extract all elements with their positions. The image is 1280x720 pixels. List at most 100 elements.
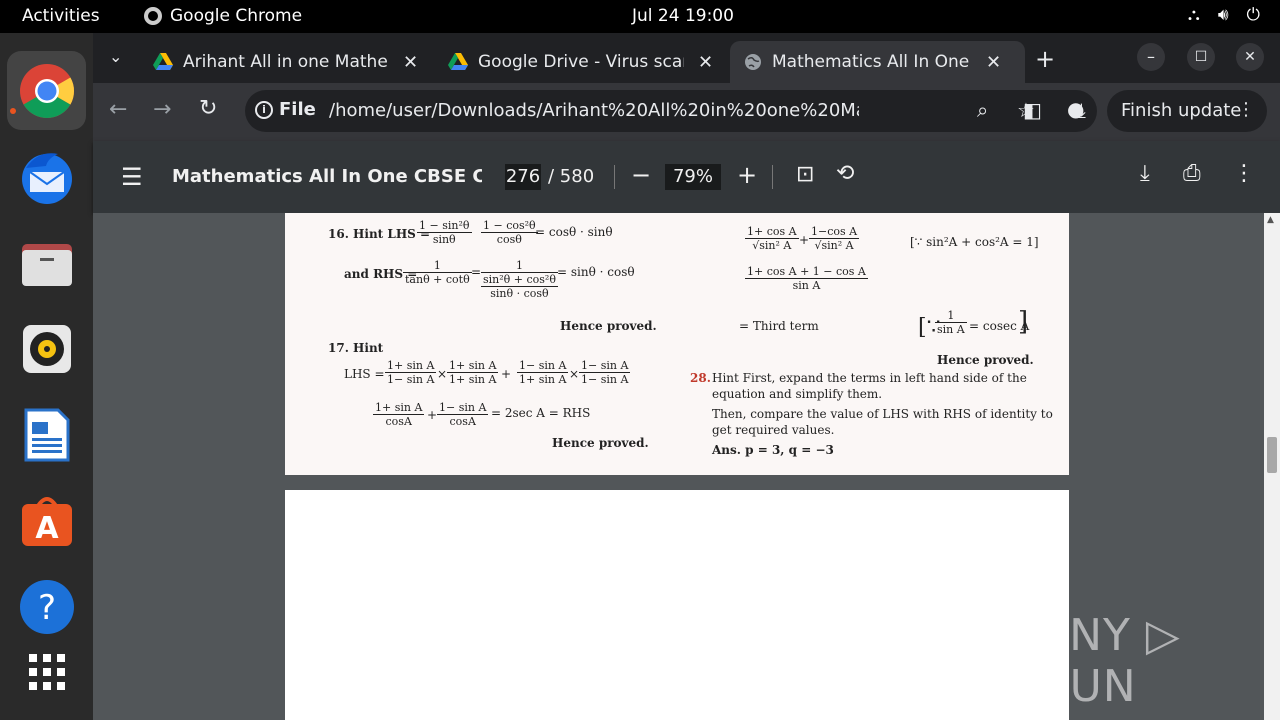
- q28-line: Hint First, expand the terms in left han…: [712, 371, 1027, 385]
- hence-proved: Hence proved.: [937, 353, 1034, 367]
- tab-close-icon[interactable]: ✕: [698, 52, 713, 73]
- q16-result: = cosθ · sinθ: [535, 225, 613, 239]
- pdf-page: [285, 490, 1069, 720]
- page-count: / 580: [548, 166, 595, 187]
- globe-icon: [745, 54, 761, 70]
- tab-arihant[interactable]: Arihant All in one Mathe ✕: [139, 41, 432, 83]
- fraction: 1+ sin A cosA: [373, 401, 425, 428]
- writer-icon: [24, 408, 69, 461]
- tab-close-icon[interactable]: ✕: [403, 52, 418, 73]
- forward-icon[interactable]: →: [153, 97, 171, 122]
- plus: +: [501, 367, 512, 381]
- clock[interactable]: Jul 24 19:00: [632, 6, 734, 26]
- software-center-icon: A: [21, 496, 72, 546]
- app-grid-icon: [28, 653, 65, 690]
- dock-app-grid[interactable]: [7, 632, 86, 711]
- profile-icon[interactable]: ●: [1067, 97, 1084, 121]
- fraction: 1 − sin²θ sinθ: [417, 219, 472, 246]
- divider: [772, 165, 773, 189]
- tab-google-drive[interactable]: Google Drive - Virus scar ✕: [434, 41, 727, 83]
- close-window-icon[interactable]: ✕: [1236, 43, 1264, 71]
- identity-note: [∵ sin²A + cos²A = 1]: [910, 235, 1039, 249]
- fraction: 1− sin A 1− sin A: [579, 359, 631, 386]
- q28-line: Then, compare the value of LHS with RHS …: [712, 407, 1053, 421]
- finish-update-button[interactable]: Finish update ⋮: [1107, 90, 1267, 132]
- dock-files[interactable]: [7, 223, 86, 302]
- rotate-icon[interactable]: ⟲: [836, 161, 854, 186]
- hence-proved: Hence proved.: [552, 436, 649, 450]
- print-icon[interactable]: ⎙: [1183, 161, 1201, 186]
- svg-text:?: ?: [37, 588, 55, 628]
- more-actions-icon[interactable]: ⋮: [1233, 161, 1255, 186]
- page-number-input[interactable]: 276: [505, 164, 541, 190]
- drive-icon: [448, 53, 468, 70]
- plus: +: [427, 408, 438, 422]
- fraction: 1 tanθ + cotθ: [403, 259, 472, 286]
- pdf-page: 16. Hint LHS = 1 − sin²θ sinθ 1 − cos²θ …: [285, 213, 1069, 475]
- scroll-up-icon[interactable]: ▲: [1267, 215, 1274, 225]
- zoom-input[interactable]: 79%: [665, 164, 721, 190]
- tab-title: Google Drive - Virus scar: [478, 52, 684, 72]
- activities-button[interactable]: Activities: [22, 6, 100, 26]
- fit-page-icon[interactable]: ⊡: [796, 162, 814, 187]
- maximize-icon[interactable]: ☐: [1187, 43, 1215, 71]
- plus: +: [799, 233, 810, 247]
- finish-update-label: Finish update: [1121, 100, 1242, 121]
- reload-icon[interactable]: ↻: [199, 96, 217, 121]
- times: ×: [569, 367, 580, 381]
- tab-mathematics[interactable]: Mathematics All In One ( ✕: [730, 41, 1025, 83]
- dock-chrome[interactable]: [7, 51, 86, 130]
- running-indicator: [10, 108, 16, 114]
- dock: A ?: [0, 33, 93, 720]
- fraction: 1−cos A √sin² A: [809, 225, 860, 252]
- fraction: 1 − cos²θ cosθ: [481, 219, 538, 246]
- q16-label: 16. Hint LHS =: [328, 227, 431, 241]
- app-name: Google Chrome: [170, 6, 303, 26]
- dock-thunderbird[interactable]: [7, 137, 86, 216]
- info-icon: i: [255, 100, 273, 119]
- svg-text:A: A: [35, 511, 59, 546]
- zoom-search-icon[interactable]: ⌕: [977, 98, 988, 122]
- dock-rhythmbox[interactable]: [7, 309, 86, 388]
- address-bar[interactable]: i File /home/user/Downloads/Arihant%20Al…: [245, 90, 1097, 132]
- q16-rhs-result: = sinθ · cosθ: [557, 265, 635, 279]
- q28-line: get required values.: [712, 423, 835, 437]
- tab-title: Arihant All in one Mathe: [183, 52, 388, 72]
- fraction: 1− sin A cosA: [437, 401, 489, 428]
- power-icon: ⏻: [1246, 5, 1260, 25]
- scrollbar-thumb[interactable]: [1267, 437, 1277, 473]
- system-menu[interactable]: ⛬ 🔊︎ ⏻: [1188, 5, 1260, 25]
- tab-search-chevron-icon[interactable]: ⌄: [109, 47, 122, 66]
- times: ×: [437, 367, 448, 381]
- fraction: 1 sin²θ + cos²θ sinθ · cosθ: [481, 259, 558, 300]
- download-icon[interactable]: ⤓: [1140, 161, 1150, 186]
- minimize-icon[interactable]: –: [1137, 43, 1165, 71]
- tab-close-icon[interactable]: ✕: [986, 52, 1001, 73]
- q28-answer: Ans. p = 3, q = −3: [712, 443, 834, 457]
- rhythmbox-icon: [22, 324, 71, 373]
- tab-strip: ⌄ Arihant All in one Mathe ✕ Google Driv…: [93, 33, 1280, 83]
- q17-result: = 2sec A = RHS: [491, 406, 591, 420]
- fraction: 1− sin A 1+ sin A: [517, 359, 569, 386]
- side-panel-icon[interactable]: ◧: [1023, 98, 1042, 122]
- zoom-out-icon[interactable]: −: [631, 161, 651, 189]
- url-text[interactable]: /home/user/Downloads/Arihant%20All%20in%…: [329, 100, 859, 121]
- new-tab-icon[interactable]: +: [1035, 45, 1055, 73]
- scheme-label: File: [279, 99, 316, 120]
- app-menu[interactable]: Google Chrome: [144, 6, 302, 26]
- dock-writer[interactable]: [7, 395, 86, 474]
- files-icon: [21, 243, 72, 286]
- fraction: 1 sin A: [935, 309, 967, 336]
- thunderbird-icon: [21, 152, 72, 204]
- site-info-button[interactable]: i File: [255, 99, 316, 120]
- system-top-bar: Activities Google Chrome Jul 24 19:00 ⛬ …: [0, 0, 1280, 33]
- more-menu-icon[interactable]: ⋮: [1237, 99, 1255, 120]
- zoom-in-icon[interactable]: +: [737, 161, 757, 189]
- back-icon[interactable]: ←: [109, 97, 127, 122]
- drive-icon: [153, 53, 173, 70]
- bracket: ]: [1018, 307, 1029, 337]
- dock-software[interactable]: A: [7, 481, 86, 560]
- menu-icon[interactable]: ☰: [121, 163, 143, 191]
- fraction: 1+ cos A + 1 − cos A sin A: [745, 265, 868, 292]
- q17-label: 17. Hint: [328, 341, 384, 355]
